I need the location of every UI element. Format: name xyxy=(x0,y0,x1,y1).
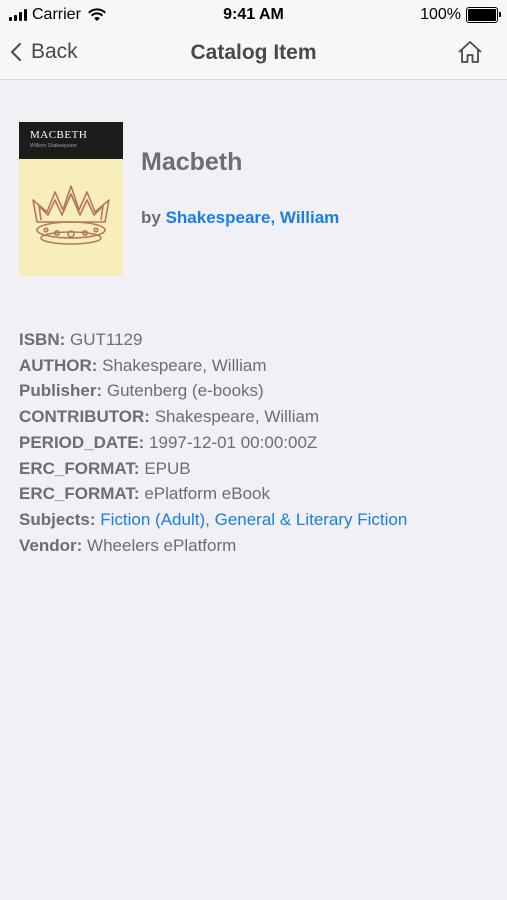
status-bar: Carrier 9:41 AM 100% xyxy=(0,0,507,30)
detail-row-erc-format: ERC_FORMAT: EPUB xyxy=(19,456,489,482)
book-header: MACBETH William Shakespeare Macbeth by S… xyxy=(19,122,489,277)
detail-row-contributor: CONTRIBUTOR: Shakespeare, William xyxy=(19,404,489,430)
detail-row-author: AUTHOR: Shakespeare, William xyxy=(19,353,489,379)
detail-label: Publisher: xyxy=(19,381,103,401)
detail-value: Wheelers ePlatform xyxy=(87,535,237,555)
book-cover: MACBETH William Shakespeare xyxy=(19,122,123,276)
page-title: Catalog Item xyxy=(190,41,317,64)
crown-icon xyxy=(32,185,110,245)
detail-value: EPUB xyxy=(144,458,191,478)
detail-row-subjects: Subjects: Fiction (Adult), General & Lit… xyxy=(19,507,489,533)
detail-value: GUT1129 xyxy=(70,330,143,349)
navigation-bar: Back Catalog Item xyxy=(0,30,507,80)
detail-label: PERIOD_DATE: xyxy=(19,432,145,452)
subject-link-fiction-adult[interactable]: Fiction (Adult) xyxy=(100,510,205,529)
detail-value: 1997-12-01 00:00:00Z xyxy=(149,432,318,452)
detail-row-isbn: ISBN: GUT1129 xyxy=(19,327,489,353)
detail-label: AUTHOR: xyxy=(19,355,98,375)
detail-label: CONTRIBUTOR: xyxy=(19,407,150,427)
home-icon[interactable] xyxy=(457,40,483,64)
detail-value: Shakespeare, William xyxy=(102,355,267,375)
subject-separator: , xyxy=(205,509,215,529)
subject-link-general-literary-fiction[interactable]: General & Literary Fiction xyxy=(215,510,408,529)
detail-label: Vendor: xyxy=(19,535,83,555)
cover-title: MACBETH xyxy=(30,129,88,141)
by-label: by xyxy=(141,208,161,227)
book-byline: by Shakespeare, William xyxy=(141,208,339,228)
detail-label: ERC_FORMAT: xyxy=(19,484,140,504)
cover-author: William Shakespeare xyxy=(30,143,77,149)
battery-icon xyxy=(466,7,501,23)
detail-label: ERC_FORMAT: xyxy=(19,458,140,478)
author-link[interactable]: Shakespeare, William xyxy=(166,208,340,227)
cover-title-band: MACBETH William Shakespeare xyxy=(19,122,123,159)
detail-label: Subjects: xyxy=(19,509,96,529)
detail-row-period-date: PERIOD_DATE: 1997-12-01 00:00:00Z xyxy=(19,430,489,456)
detail-row-publisher: Publisher: Gutenberg (e-books) xyxy=(19,378,489,404)
status-right: 100% xyxy=(420,6,501,24)
detail-row-vendor: Vendor: Wheelers ePlatform xyxy=(19,533,489,559)
detail-value: ePlatform eBook xyxy=(144,484,270,504)
detail-row-erc-format: ERC_FORMAT: ePlatform eBook xyxy=(19,481,489,507)
battery-percentage: 100% xyxy=(420,6,461,23)
details-list: ISBN: GUT1129 AUTHOR: Shakespeare, Willi… xyxy=(19,327,489,558)
detail-value: Shakespeare, William xyxy=(154,407,320,427)
detail-value: Gutenberg (e-books) xyxy=(106,381,264,401)
book-title: Macbeth xyxy=(141,148,243,176)
detail-label: ISBN: xyxy=(19,330,66,349)
